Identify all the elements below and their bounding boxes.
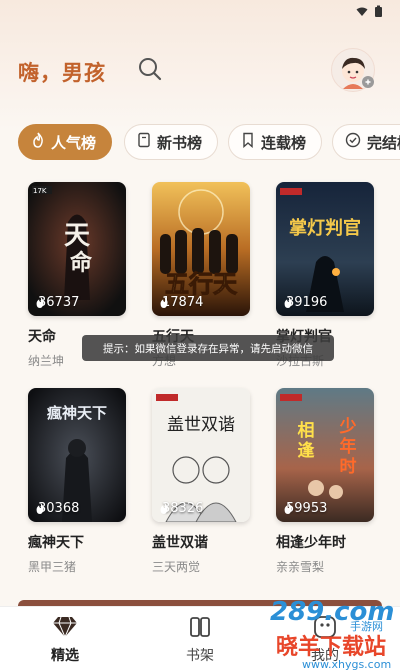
book-title: 相逢少年时: [276, 535, 346, 551]
popularity-count: 38326: [158, 501, 203, 516]
popularity-count: 59953: [282, 501, 327, 516]
book-author: 三天两觉: [152, 560, 201, 574]
tab-completed[interactable]: 完结榜: [332, 124, 400, 160]
watermark-line3: 晓羊下载站: [276, 634, 386, 660]
svg-text:少: 少: [339, 417, 357, 437]
book-author: 亲亲雪梨: [276, 560, 325, 574]
svg-text:瘋神天下: 瘋神天下: [46, 404, 107, 422]
flame-icon: [31, 132, 45, 152]
search-icon[interactable]: [137, 56, 163, 82]
book-title: 瘋神天下: [28, 535, 84, 551]
wifi-icon: [356, 2, 368, 21]
book-cover[interactable]: 相 逢 少 年 时 59953: [276, 388, 374, 522]
nav-bookshelf[interactable]: 书架: [165, 615, 235, 665]
watermark-url: www.xhygs.com: [302, 658, 391, 671]
svg-text:命: 命: [70, 250, 93, 276]
book-cover[interactable]: 天 命 17K 36737: [28, 182, 126, 316]
tab-label: 新书榜: [157, 133, 203, 152]
book-cover[interactable]: 五行天 17874: [152, 182, 250, 316]
book-cover[interactable]: 掌灯判官 39196: [276, 182, 374, 316]
nav-featured[interactable]: 精选: [30, 615, 100, 665]
popularity-count: 30368: [34, 501, 79, 516]
book-cover[interactable]: 盖世双谐 38326: [152, 388, 250, 522]
battery-icon: [374, 2, 383, 21]
tab-popular[interactable]: 人气榜: [18, 124, 112, 160]
svg-text:盖世双谐: 盖世双谐: [167, 415, 235, 435]
svg-text:逢: 逢: [298, 440, 315, 461]
svg-text:相: 相: [298, 420, 315, 441]
popularity-count: 36737: [34, 295, 79, 310]
status-bar: [0, 0, 400, 17]
book-icon: [137, 132, 151, 152]
svg-text:17K: 17K: [33, 187, 47, 195]
nav-label: 精选: [51, 648, 79, 664]
svg-text:天: 天: [64, 221, 90, 251]
check-circle-icon: [345, 132, 361, 152]
greeting-title: 嗨，男孩: [18, 61, 106, 85]
svg-text:年: 年: [340, 436, 357, 457]
toast-message: 提示：如果微信登录存在异常，请先启动微信: [82, 335, 334, 361]
ranking-tabs: 人气榜 新书榜 连载榜 完结榜: [0, 124, 400, 160]
watermark-logo: 289.com 手游网 晓羊下载站 www.xhygs.com: [240, 592, 400, 672]
svg-text:时: 时: [340, 457, 357, 477]
tab-label: 人气榜: [51, 133, 97, 152]
book-author: 黑甲三猪: [28, 560, 77, 574]
book-cover[interactable]: 瘋神天下 30368: [28, 388, 126, 522]
book-card[interactable]: 盖世双谐 38326 盖世双谐 三天两觉: [152, 388, 256, 575]
bookshelf-icon: [187, 617, 213, 643]
book-card[interactable]: 相 逢 少 年 时 59953 相逢少年时 亲亲雪梨: [276, 388, 380, 575]
book-card[interactable]: 瘋神天下 30368 瘋神天下 黑甲三猪: [28, 388, 132, 575]
watermark-line2: 手游网: [350, 619, 383, 633]
book-title: 盖世双谐: [152, 535, 208, 551]
nav-label: 书架: [186, 648, 214, 664]
bookmark-icon: [241, 132, 255, 152]
tab-new-books[interactable]: 新书榜: [124, 124, 218, 160]
popularity-count: 39196: [282, 295, 327, 310]
tab-label: 完结榜: [367, 133, 400, 152]
tab-label: 连载榜: [261, 133, 307, 152]
diamond-icon: [52, 616, 78, 643]
svg-text:掌灯判官: 掌灯判官: [289, 217, 361, 239]
svg-text:五行天: 五行天: [165, 270, 237, 298]
avatar[interactable]: [331, 48, 375, 92]
tab-serializing[interactable]: 连载榜: [228, 124, 322, 160]
popularity-count: 17874: [158, 295, 203, 310]
